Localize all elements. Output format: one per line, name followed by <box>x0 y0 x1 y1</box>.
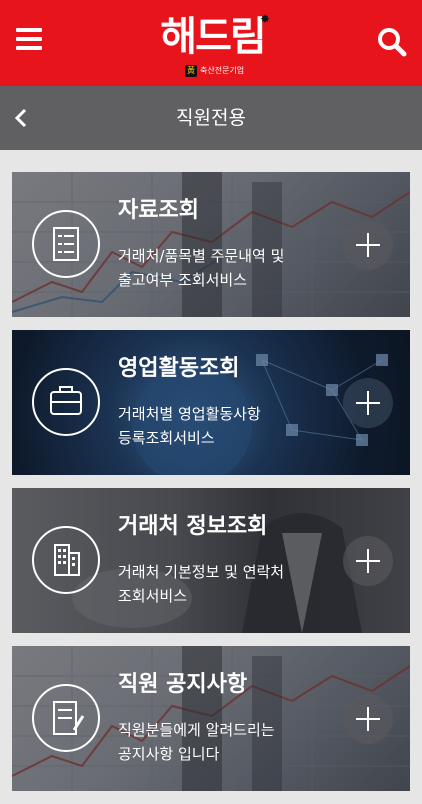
card-title: 자료조회 <box>118 198 199 223</box>
chevron-left-icon[interactable] <box>10 104 34 132</box>
card-desc-line-1: 거래처 기본정보 및 연락처 <box>118 563 285 581</box>
expand-plus-icon[interactable] <box>343 536 393 586</box>
card-desc-line-2: 출고여부 조회서비스 <box>118 271 247 289</box>
card-staff-notice[interactable]: 직원 공지사항 직원분들에게 알려드리는 공지사항 입니다 <box>12 646 410 791</box>
logo-badge: 黃 <box>185 64 197 77</box>
card-desc-line-1: 거래처별 영업활동사항 <box>118 405 261 423</box>
card-desc-line-2: 등록조회서비스 <box>118 429 215 447</box>
card-title: 거래처 정보조회 <box>118 514 268 539</box>
hamburger-menu-icon[interactable] <box>16 28 42 50</box>
expand-plus-icon[interactable] <box>343 694 393 744</box>
card-title: 영업활동조회 <box>118 356 240 381</box>
app-header: 해드림 ✸ 黃 축산전문기업 <box>0 0 422 86</box>
card-data-lookup[interactable]: 자료조회 거래처/품목별 주문내역 및 출고여부 조회서비스 <box>12 172 410 317</box>
card-title: 직원 공지사항 <box>118 672 248 697</box>
menu-card-list: 자료조회 거래처/품목별 주문내역 및 출고여부 조회서비스 영업활동조회 거래… <box>12 172 410 804</box>
briefcase-icon <box>31 362 101 442</box>
card-client-info[interactable]: 거래처 정보조회 거래처 기본정보 및 연락처 조회서비스 <box>12 488 410 633</box>
page-title: 직원전용 <box>176 107 246 129</box>
expand-plus-icon[interactable] <box>343 378 393 428</box>
logo-tagline-text: 축산전문기업 <box>200 66 245 75</box>
brand-logo[interactable]: 해드림 ✸ 黃 축산전문기업 <box>155 12 270 80</box>
document-edit-icon <box>31 678 101 758</box>
card-desc-line-2: 공지사항 입니다 <box>118 745 220 763</box>
document-list-icon <box>31 204 101 284</box>
card-sales-activity[interactable]: 영업활동조회 거래처별 영업활동사항 등록조회서비스 <box>12 330 410 475</box>
card-description: 직원분들에게 알려드리는 공지사항 입니다 <box>118 718 338 766</box>
logo-tagline: 黃 축산전문기업 <box>185 64 265 78</box>
card-description: 거래처 기본정보 및 연락처 조회서비스 <box>118 560 338 608</box>
logo-star-icon: ✸ <box>259 12 270 26</box>
building-icon <box>31 520 101 600</box>
card-desc-line-2: 조회서비스 <box>118 587 188 605</box>
card-desc-line-1: 거래처/품목별 주문내역 및 <box>118 247 285 265</box>
sub-header: 직원전용 <box>0 86 422 150</box>
card-desc-line-1: 직원분들에게 알려드리는 <box>118 721 275 739</box>
card-description: 거래처별 영업활동사항 등록조회서비스 <box>118 402 338 450</box>
logo-text: 해드림 <box>160 14 266 60</box>
search-icon[interactable] <box>377 27 407 57</box>
card-description: 거래처/품목별 주문내역 및 출고여부 조회서비스 <box>118 244 338 292</box>
expand-plus-icon[interactable] <box>343 220 393 270</box>
